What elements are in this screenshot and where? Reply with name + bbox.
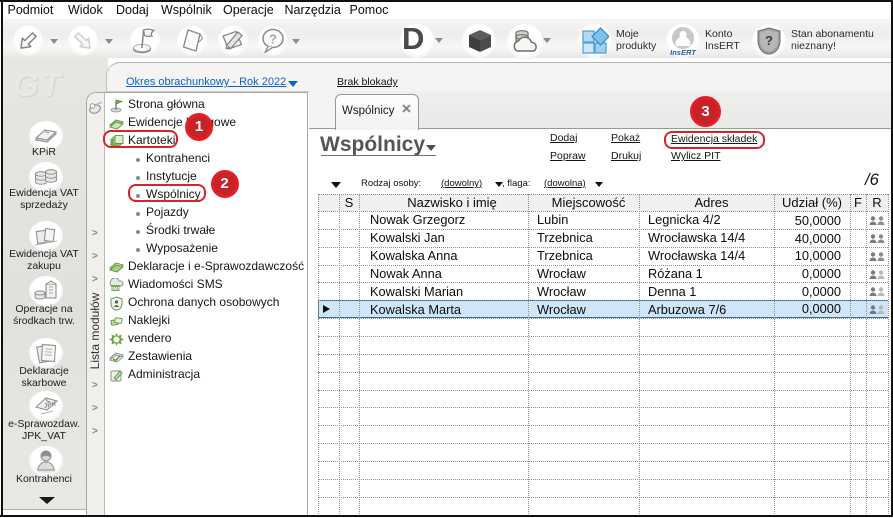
svg-text:SMS: SMS	[111, 286, 121, 291]
svg-text:?: ?	[269, 32, 277, 47]
svg-text:InsERT: InsERT	[670, 48, 697, 56]
svg-text:JPK: JPK	[43, 400, 57, 410]
svg-text:?: ?	[765, 33, 773, 48]
